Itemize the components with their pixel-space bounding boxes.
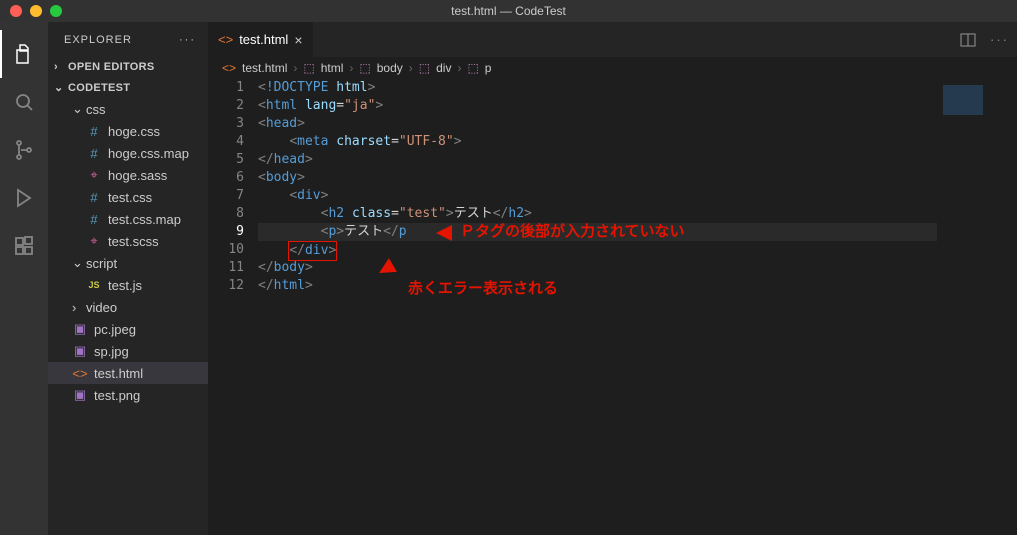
titlebar: test.html — CodeTest: [0, 0, 1017, 22]
chevron-right-icon: ›: [54, 61, 68, 73]
tag-icon: ⬚: [467, 61, 478, 75]
chevron-down-icon: ⌄: [72, 255, 86, 271]
breadcrumbs[interactable]: <> test.html› ⬚html› ⬚body› ⬚div› ⬚p: [208, 57, 1017, 79]
explorer-label: EXPLORER: [64, 34, 132, 46]
chevron-down-icon: ⌄: [54, 81, 68, 94]
window-controls: [0, 5, 62, 17]
sidebar-header: EXPLORER ···: [48, 22, 208, 57]
extensions-icon[interactable]: [0, 222, 48, 270]
activity-bar: [0, 22, 48, 535]
source-control-icon[interactable]: [0, 126, 48, 174]
css-file-icon: #: [86, 146, 102, 161]
file-item[interactable]: #hoge.css: [48, 120, 208, 142]
gutter: 1 2 3 4 5 6 7 8 9 10 11 12: [208, 79, 258, 535]
minimap[interactable]: [937, 79, 1017, 535]
folder-css[interactable]: ⌄css: [48, 98, 208, 120]
more-icon[interactable]: ···: [990, 32, 1009, 47]
html-file-icon: <>: [222, 61, 236, 75]
file-item[interactable]: ⌖hoge.sass: [48, 164, 208, 186]
file-item[interactable]: #test.css: [48, 186, 208, 208]
tabspace: [313, 22, 961, 57]
search-icon[interactable]: [0, 78, 48, 126]
editor-area: <> test.html × ··· <> test.html› ⬚html› …: [208, 22, 1017, 535]
folder-video[interactable]: ›video: [48, 296, 208, 318]
folder-script[interactable]: ⌄script: [48, 252, 208, 274]
maximize-window-dot[interactable]: [50, 5, 62, 17]
tag-icon: ⬚: [419, 61, 430, 75]
html-file-icon: <>: [72, 366, 88, 381]
file-item[interactable]: #hoge.css.map: [48, 142, 208, 164]
minimap-content: [943, 85, 983, 115]
css-file-icon: #: [86, 212, 102, 227]
file-item[interactable]: ▣test.png: [48, 384, 208, 406]
tabs-bar: <> test.html × ···: [208, 22, 1017, 57]
js-file-icon: JS: [86, 280, 102, 290]
error-highlight: </div>: [288, 241, 337, 261]
file-tree: ⌄css #hoge.css #hoge.css.map ⌖hoge.sass …: [48, 98, 208, 406]
code-editor[interactable]: 1 2 3 4 5 6 7 8 9 10 11 12 <!DOCTYPE htm…: [208, 79, 1017, 535]
file-item[interactable]: ▣pc.jpeg: [48, 318, 208, 340]
image-file-icon: ▣: [72, 343, 88, 359]
annotation-text: Ｐタグの後部が入力されていない: [460, 222, 685, 240]
file-item[interactable]: #test.css.map: [48, 208, 208, 230]
tag-icon: ⬚: [303, 61, 314, 75]
sidebar: EXPLORER ··· › OPEN EDITORS ⌄ CODETEST ⌄…: [48, 22, 208, 535]
chevron-down-icon: ⌄: [72, 101, 86, 117]
window-title: test.html — CodeTest: [0, 4, 1017, 18]
tag-icon: ⬚: [359, 61, 370, 75]
split-editor-icon[interactable]: [960, 32, 976, 48]
open-editors-section[interactable]: › OPEN EDITORS: [48, 57, 208, 77]
annotation-arrow-icon: [436, 225, 452, 241]
more-icon[interactable]: ···: [179, 34, 196, 46]
close-window-dot[interactable]: [10, 5, 22, 17]
css-file-icon: #: [86, 190, 102, 205]
close-icon[interactable]: ×: [294, 32, 302, 48]
source-lines[interactable]: <!DOCTYPE html> <html lang="ja"> <head> …: [258, 79, 937, 535]
minimize-window-dot[interactable]: [30, 5, 42, 17]
file-item[interactable]: ▣sp.jpg: [48, 340, 208, 362]
css-file-icon: #: [86, 124, 102, 139]
scss-file-icon: ⌖: [86, 233, 102, 249]
tab-test-html[interactable]: <> test.html ×: [208, 22, 313, 57]
debug-icon[interactable]: [0, 174, 48, 222]
explorer-icon[interactable]: [0, 30, 48, 78]
chevron-right-icon: ›: [72, 300, 86, 315]
sass-file-icon: ⌖: [86, 167, 102, 183]
image-file-icon: ▣: [72, 387, 88, 403]
file-item[interactable]: ⌖test.scss: [48, 230, 208, 252]
annotation-text: 赤くエラー表示される: [408, 279, 558, 297]
file-item[interactable]: JStest.js: [48, 274, 208, 296]
file-item-selected[interactable]: <>test.html: [48, 362, 208, 384]
image-file-icon: ▣: [72, 321, 88, 337]
project-section[interactable]: ⌄ CODETEST: [48, 77, 208, 98]
html-file-icon: <>: [218, 32, 233, 47]
